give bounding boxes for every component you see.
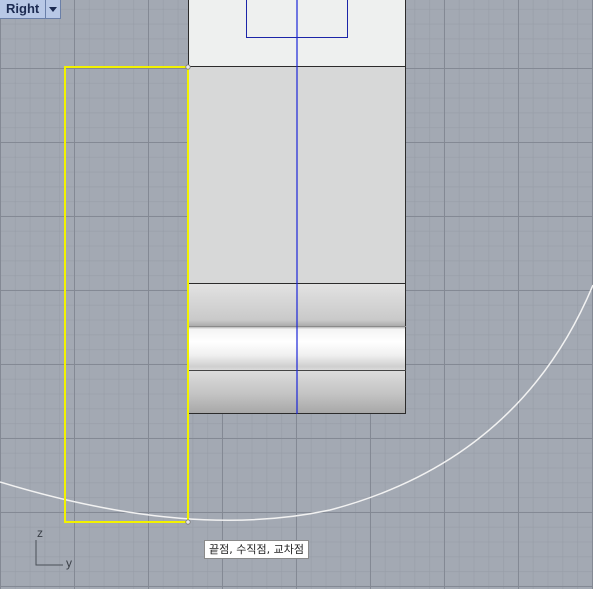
- axis-indicator: [35, 540, 63, 566]
- axis-y-label: y: [66, 556, 72, 570]
- axis-z-label: z: [37, 526, 43, 540]
- triangle-down-icon: [49, 6, 58, 12]
- right-viewport[interactable]: z y 끝점, 수직점, 교차점 Right: [0, 0, 593, 589]
- osnap-tooltip-text: 끝점, 수직점, 교차점: [209, 543, 304, 556]
- viewport-title-tab[interactable]: Right: [0, 0, 62, 19]
- snap-point-marker[interactable]: [185, 519, 191, 525]
- snap-point-marker[interactable]: [185, 64, 191, 70]
- selected-rectangle[interactable]: [64, 66, 189, 523]
- viewport-title[interactable]: Right: [0, 0, 45, 18]
- viewport-menu-button[interactable]: [45, 0, 60, 18]
- viewport-overlay: [0, 0, 593, 566]
- osnap-tooltip: 끝점, 수직점, 교차점: [204, 540, 309, 559]
